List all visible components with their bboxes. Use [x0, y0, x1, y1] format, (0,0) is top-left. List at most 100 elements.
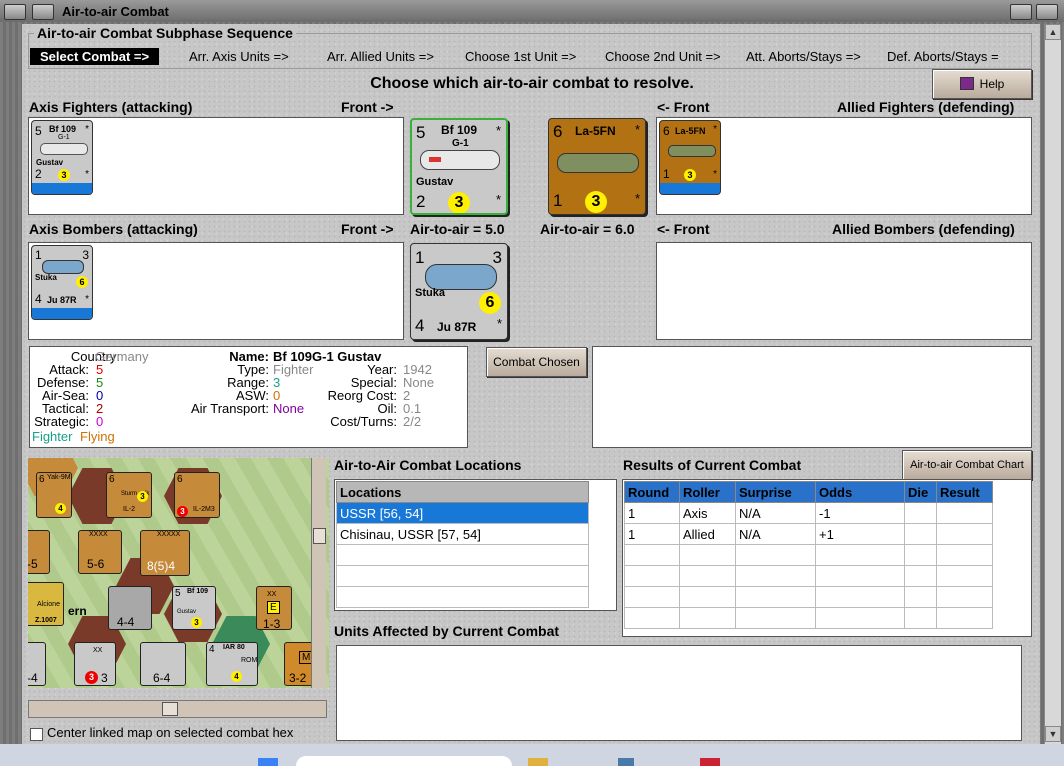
taskbar-search-box[interactable]: [296, 756, 512, 766]
counter-nick: Stuka: [415, 287, 445, 299]
help-button[interactable]: Help: [932, 69, 1032, 99]
plane-icon: [668, 145, 716, 157]
os-taskbar: [0, 744, 1064, 766]
counter-name: IAR 80: [223, 644, 245, 651]
result-cell: [936, 523, 993, 545]
center-map-checkbox[interactable]: [30, 728, 43, 741]
air-to-air-chart-button[interactable]: Air-to-air Combat Chart: [902, 450, 1032, 480]
map-counter-bf109[interactable]: 5 Bf 109 Gustav 3: [172, 586, 216, 630]
roller-cell: Axis: [679, 502, 736, 524]
counter-star: *: [85, 124, 89, 135]
counter-moves: 3: [585, 191, 607, 213]
map-counter-44[interactable]: 4-4: [108, 586, 152, 630]
map-horizontal-scrollbar[interactable]: [28, 700, 327, 718]
start-icon[interactable]: [258, 758, 278, 766]
la5fn-large-counter[interactable]: 6 La-5FN * 1 3 *: [548, 118, 646, 215]
counter-bl: 4: [35, 292, 42, 306]
map-counter-left2[interactable]: -4: [28, 642, 46, 686]
right-scrollbar[interactable]: ▲ ▼: [1044, 24, 1061, 744]
counter-moves: 3: [177, 506, 188, 517]
counter-star: *: [85, 294, 89, 305]
counter-moves: 3: [684, 169, 696, 181]
map-counter-il2m3[interactable]: 6 3 IL-2M3: [174, 472, 220, 518]
scroll-up-arrow-icon[interactable]: ▲: [1045, 24, 1061, 40]
location-row[interactable]: USSR [56, 54]: [336, 502, 589, 524]
map-counter-854[interactable]: XXXXX 8(5)4: [140, 530, 190, 576]
location-row[interactable]: Chisinau, USSR [57, 54]: [336, 523, 589, 545]
bf109-large-counter[interactable]: 5 Bf 109 G-1 * Gustav 2 3 *: [410, 118, 508, 215]
location-row-empty[interactable]: [336, 544, 589, 566]
la5fn-small-counter[interactable]: 6 La-5FN * 1 3 *: [659, 120, 721, 195]
results-panel: Round Roller Surprise Odds Die Result 1 …: [622, 479, 1032, 637]
counter-strength: 3: [101, 671, 108, 685]
map-counter-alcione[interactable]: Alcione Z.1007: [28, 582, 64, 626]
step-att-aborts: Att. Aborts/Stays =>: [746, 49, 861, 64]
help-book-icon: [959, 77, 974, 90]
linked-map[interactable]: 6 Yak-9M 4 6 Sturm ovik 3 IL-2 6 3 IL-2M…: [28, 458, 329, 688]
map-counter-13[interactable]: XX E 1-3: [256, 586, 292, 631]
strategic-value: 0: [96, 414, 104, 429]
counter-star: *: [495, 123, 501, 138]
results-header: Round: [624, 481, 680, 503]
map-vertical-scrollbar[interactable]: [311, 458, 326, 688]
counter-moves: 4: [231, 671, 242, 682]
maximize-button[interactable]: [1010, 4, 1032, 20]
title-bar: Air-to-air Combat: [0, 0, 1064, 23]
allied-bombers-panel[interactable]: [656, 242, 1032, 340]
map-counter-left[interactable]: -5: [28, 530, 50, 574]
counter-moves: 3: [137, 491, 148, 502]
results-row-empty: [624, 607, 993, 629]
counter-moves: 3: [448, 192, 470, 213]
counter-nick: Gustav: [177, 609, 197, 615]
counter-strength: 8(5)4: [147, 559, 176, 573]
results-header: Surprise: [735, 481, 816, 503]
counter-num: 6: [39, 474, 45, 485]
locations-list-panel[interactable]: Locations USSR [56, 54] Chisinau, USSR […: [334, 479, 617, 611]
counter-name: La-5FN: [575, 124, 616, 138]
map-counter-64[interactable]: 6-4: [140, 642, 186, 686]
axis-fighters-panel[interactable]: 5 Bf 109 G-1 * Gustav 2 3 *: [28, 117, 404, 215]
minimize-button[interactable]: [32, 4, 54, 20]
la5-plane-icon: [557, 153, 639, 173]
map-counter-56[interactable]: XXXX 5-6: [78, 530, 122, 574]
map-vscroll-thumb[interactable]: [313, 528, 326, 544]
results-header: Result: [936, 481, 993, 503]
results-header: Die: [904, 481, 937, 503]
stuka-large-counter[interactable]: 1 3 Stuka 6 4 Ju 87R *: [410, 243, 508, 340]
location-row-empty[interactable]: [336, 565, 589, 587]
system-menu-button[interactable]: [4, 4, 26, 20]
bf109-small-counter[interactable]: 5 Bf 109 G-1 * Gustav 2 3 *: [31, 120, 93, 195]
counter-name: Bf 109: [187, 588, 209, 595]
result-cell: [936, 502, 993, 524]
allied-fighters-label: Allied Fighters (defending): [837, 99, 1015, 115]
front-left-label-2: <- Front: [657, 221, 710, 237]
axis-bombers-panel[interactable]: 1 3 Stuka 6 4 Ju 87R *: [28, 242, 404, 340]
combat-chosen-button[interactable]: Combat Chosen: [486, 347, 587, 377]
counter-moves: 3: [191, 617, 202, 628]
folder-icon[interactable]: [528, 758, 548, 766]
scroll-down-arrow-icon[interactable]: ▼: [1045, 726, 1061, 742]
map-hscroll-thumb[interactable]: [162, 702, 178, 716]
counter-name: Bf 109: [49, 124, 77, 134]
app-icon[interactable]: [618, 758, 634, 766]
app-icon[interactable]: [700, 758, 720, 766]
location-row-empty[interactable]: [336, 586, 589, 608]
map-counter-iar80[interactable]: 4 IAR 80 ROM 4: [206, 642, 258, 686]
stuka-small-counter[interactable]: 1 3 Stuka 6 4 Ju 87R *: [31, 245, 93, 320]
results-row-empty: [624, 565, 993, 587]
results-header: Odds: [815, 481, 905, 503]
map-counter-il2[interactable]: 6 Sturm ovik 3 IL-2: [106, 472, 152, 518]
counter-defense: 1: [663, 167, 670, 181]
map-counter-33[interactable]: XX 3 3: [74, 642, 116, 686]
map-counter-yak[interactable]: 6 Yak-9M 4: [36, 472, 72, 518]
close-button[interactable]: [1036, 4, 1058, 20]
step-def-aborts: Def. Aborts/Stays =: [887, 49, 999, 64]
results-row: 1 Axis N/A -1: [624, 502, 993, 524]
surprise-cell: N/A: [735, 502, 816, 524]
counter-variant: G-1: [452, 138, 469, 149]
counter-attack: 6: [663, 124, 670, 138]
counter-size: XXXXX: [157, 531, 181, 538]
allied-fighters-panel[interactable]: 6 La-5FN * 1 3 *: [656, 117, 1032, 215]
counter-num: 4: [209, 644, 215, 655]
counter-type: E: [267, 601, 280, 614]
